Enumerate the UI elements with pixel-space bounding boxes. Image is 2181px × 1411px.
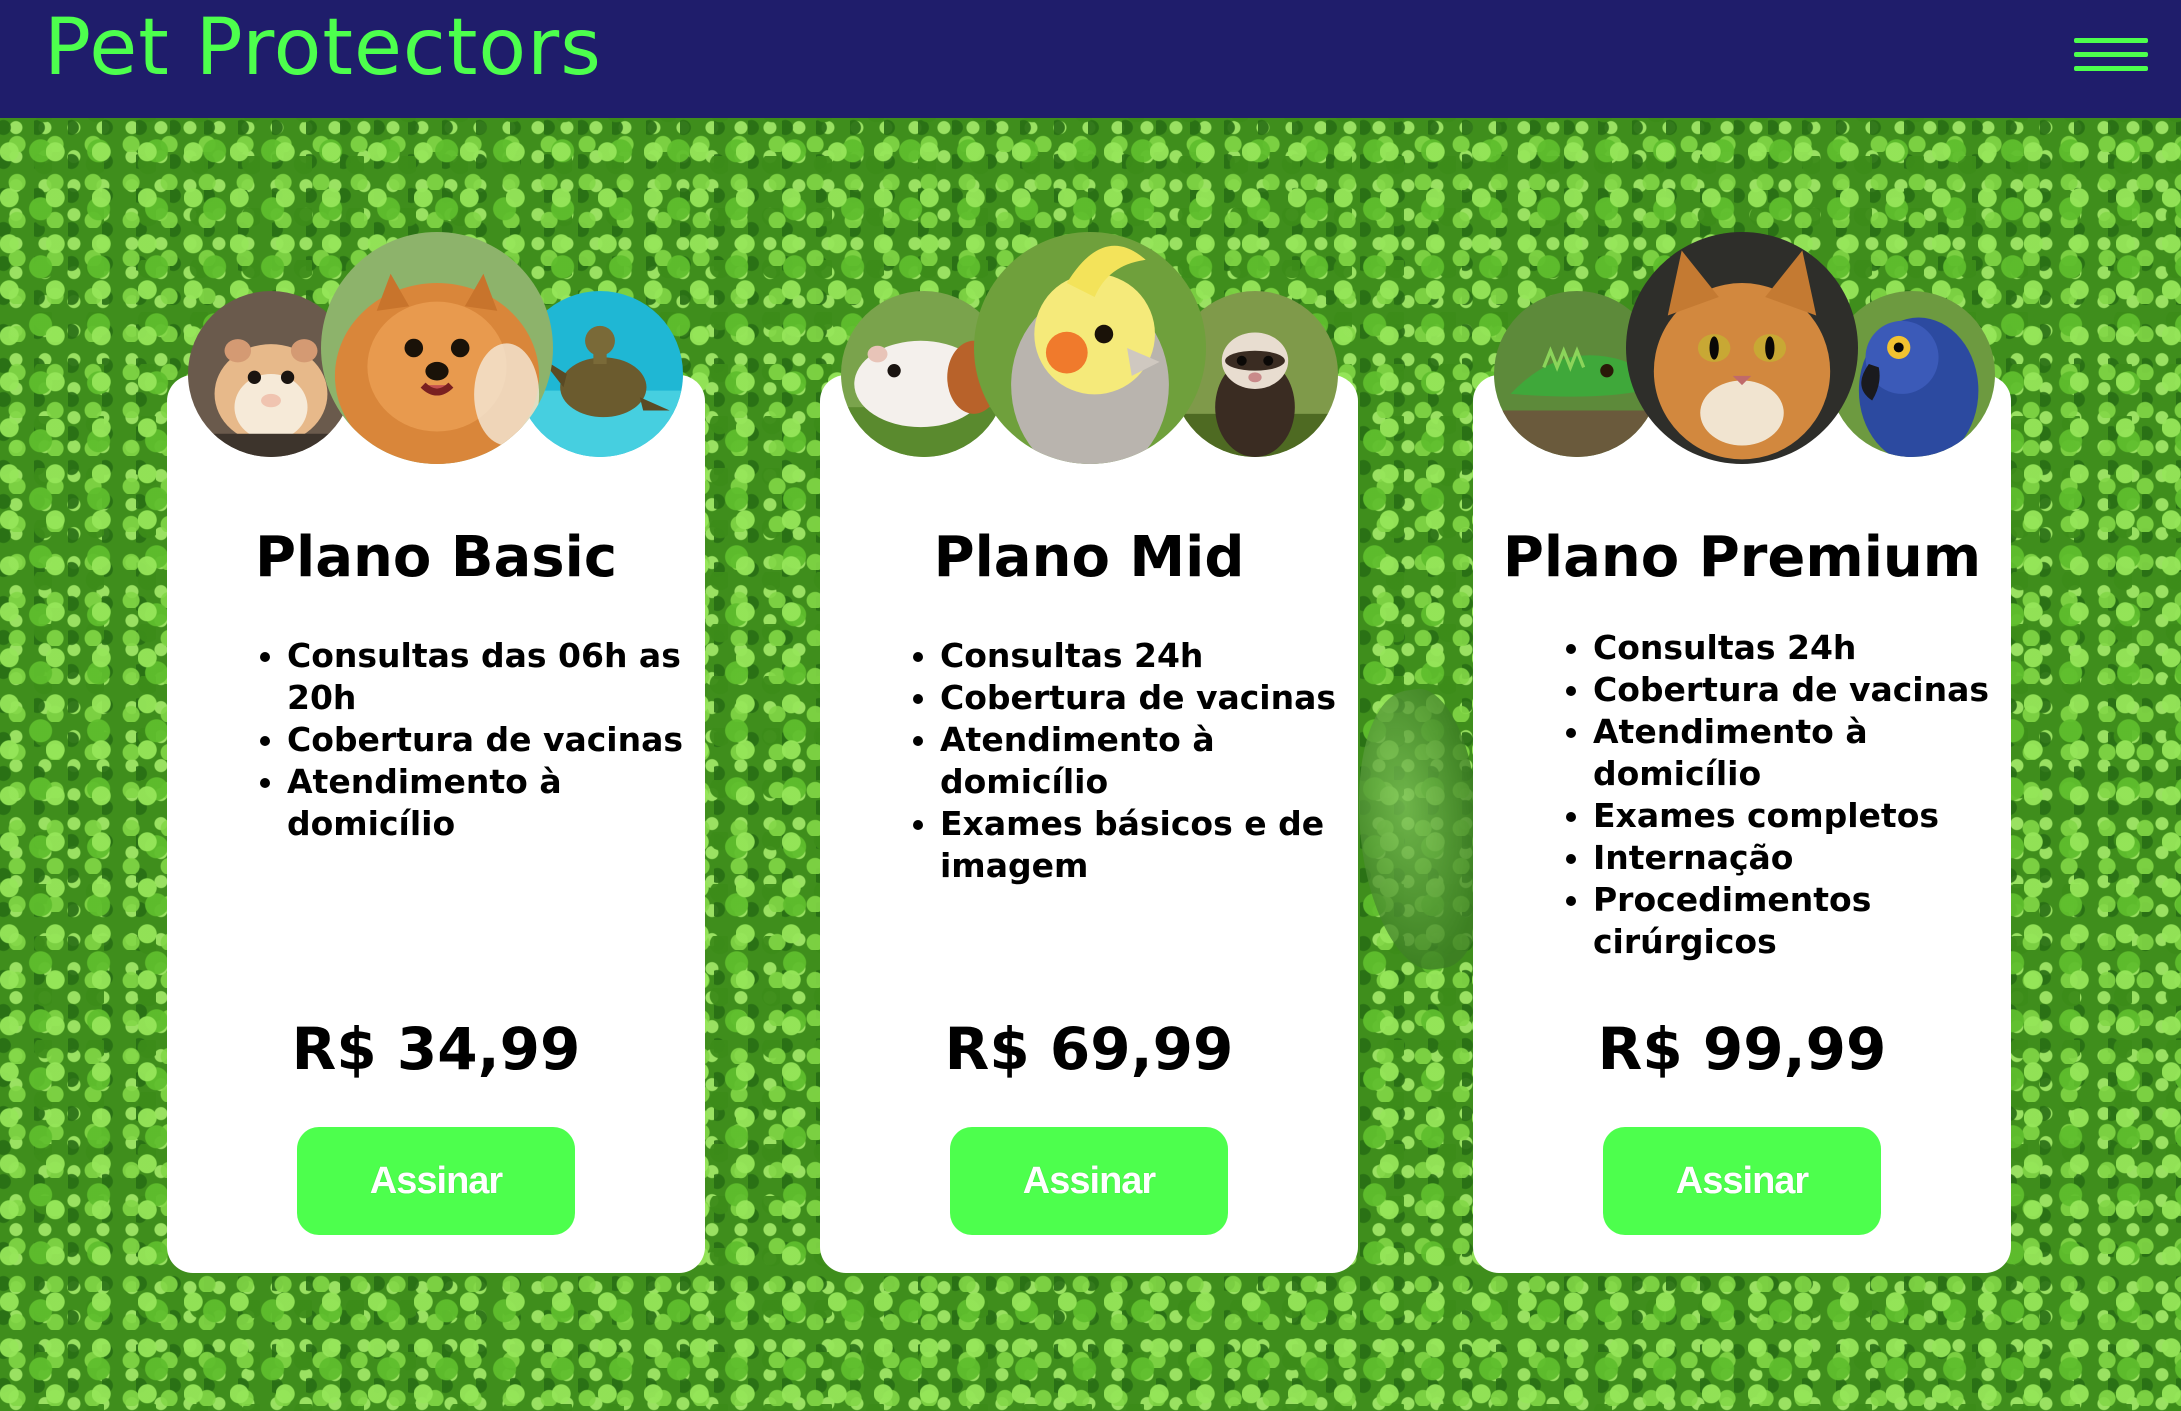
top-navbar: Pet Protectors <box>0 0 2181 118</box>
feature-item: Cobertura de vacinas <box>1593 669 2013 711</box>
menu-line <box>2074 52 2148 57</box>
subscribe-button-basic[interactable]: Assinar <box>297 1127 575 1235</box>
hamburger-menu-icon[interactable] <box>2074 38 2148 78</box>
menu-line <box>2074 66 2148 71</box>
feature-item: Atendimento à domicílio <box>287 761 707 845</box>
plan-card-mid: Plano Mid Consultas 24h Cobertura de vac… <box>820 375 1358 1273</box>
feature-item: Exames básicos e de imagem <box>940 803 1360 887</box>
plan-price: R$ 34,99 <box>291 1015 581 1083</box>
feature-item: Consultas 24h <box>1593 627 2013 669</box>
feature-item: Procedimentos cirúrgicos <box>1593 879 2013 963</box>
plan-features-list: Consultas 24h Cobertura de vacinas Atend… <box>902 635 1360 887</box>
cockatiel-photo <box>974 232 1206 464</box>
plan-title: Plano Basic <box>254 525 618 590</box>
feature-item: Exames completos <box>1593 795 2013 837</box>
feature-item: Internação <box>1593 837 2013 879</box>
plan-title: Plano Premium <box>1502 525 1982 590</box>
feature-item: Consultas 24h <box>940 635 1360 677</box>
pomeranian-dog-photo <box>321 232 553 464</box>
plan-price: R$ 69,99 <box>944 1015 1234 1083</box>
feature-item: Atendimento à domicílio <box>1593 711 2013 795</box>
feature-item: Atendimento à domicílio <box>940 719 1360 803</box>
plan-title: Plano Mid <box>933 525 1245 590</box>
plan-card-premium: Plano Premium Consultas 24h Cobertura de… <box>1473 375 2011 1273</box>
feature-item: Consultas das 06h as 20h <box>287 635 707 719</box>
feature-item: Cobertura de vacinas <box>940 677 1360 719</box>
plan-features-list: Consultas 24h Cobertura de vacinas Atend… <box>1555 627 2013 963</box>
plan-card-basic: Plano Basic Consultas das 06h as 20h Cob… <box>167 375 705 1273</box>
menu-line <box>2074 38 2148 43</box>
subscribe-button-premium[interactable]: Assinar <box>1603 1127 1881 1235</box>
plan-features-list: Consultas das 06h as 20h Cobertura de va… <box>249 635 707 845</box>
cat-photo <box>1626 232 1858 464</box>
feature-item: Cobertura de vacinas <box>287 719 707 761</box>
brand-title[interactable]: Pet Protectors <box>44 2 602 94</box>
subscribe-button-mid[interactable]: Assinar <box>950 1127 1228 1235</box>
plan-price: R$ 99,99 <box>1597 1015 1887 1083</box>
